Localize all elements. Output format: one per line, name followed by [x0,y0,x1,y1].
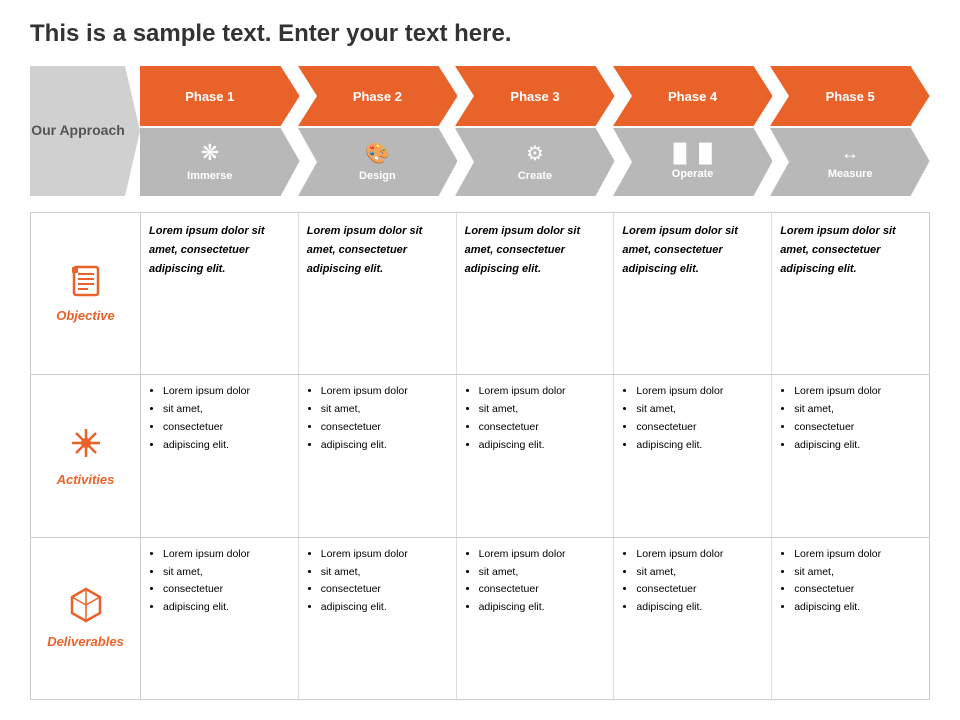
objective-cell-1: Lorem ipsum dolor sit amet, consectetuer… [141,213,299,374]
activities-cell-5: Lorem ipsum dolor sit amet, consectetuer… [772,375,929,536]
phase-2-block: Phase 2 🎨 Design [298,66,458,196]
phase-3-content: Phase 3 ⚙ Create [455,66,615,196]
phase-1-icon-area: ❋ Immerse [140,126,300,196]
phase-1-content: Phase 1 ❋ Immerse [140,66,300,196]
activities-cell-1: Lorem ipsum dolor sit amet, consectetuer… [141,375,299,536]
objective-label: Objective [56,308,115,323]
phase-2-label-area: Phase 2 [298,66,458,126]
phases-row: Phase 1 ❋ Immerse Phase 2 [140,66,930,196]
activities-cell-2: Lorem ipsum dolor sit amet, consectetuer… [299,375,457,536]
activities-cell-3: Lorem ipsum dolor sit amet, consectetuer… [457,375,615,536]
objective-cell-3: Lorem ipsum dolor sit amet, consectetuer… [457,213,615,374]
phase-1-block: Phase 1 ❋ Immerse [140,66,300,196]
phase-5-block: Phase 5 ↔ Measure [770,66,930,196]
phase-4-label-area: Phase 4 [613,66,773,126]
phase-3-icon-area: ⚙ Create [455,126,615,196]
deliverables-cell-4: Lorem ipsum dolor sit amet, consectetuer… [614,538,772,699]
data-table: Objective Lorem ipsum dolor sit amet, co… [30,212,930,700]
phase-5-content: Phase 5 ↔ Measure [770,66,930,196]
phase-3-icon: ⚙ [526,141,544,166]
phase-4-block: Phase 4 ▐▌▐▌ Operate [613,66,773,196]
phase-5-label-area: Phase 5 [770,66,930,126]
activities-cell-4: Lorem ipsum dolor sit amet, consectetuer… [614,375,772,536]
phase-3-block: Phase 3 ⚙ Create [455,66,615,196]
objective-row: Objective Lorem ipsum dolor sit amet, co… [31,213,929,375]
phase-3-label-area: Phase 3 [455,66,615,126]
activities-row-header: Activities [31,375,141,536]
deliverables-cell-3: Lorem ipsum dolor sit amet, consectetuer… [457,538,615,699]
activities-label: Activities [57,472,115,487]
phase-1-icon: ❋ [201,140,219,166]
objective-cell-5: Lorem ipsum dolor sit amet, consectetuer… [772,213,929,374]
deliverables-icon [70,587,102,630]
objective-row-header: Objective [31,213,141,374]
deliverables-row-header: Deliverables [31,538,141,699]
activities-icon [68,425,104,468]
phase-2-icon: 🎨 [365,141,390,166]
objective-icon [70,265,102,304]
objective-cell-4: Lorem ipsum dolor sit amet, consectetuer… [614,213,772,374]
deliverables-cell-1: Lorem ipsum dolor sit amet, consectetuer… [141,538,299,699]
activities-row: Activities Lorem ipsum dolor sit amet, c… [31,375,929,537]
phase-2-content: Phase 2 🎨 Design [298,66,458,196]
phase-diagram: Our Approach Phase 1 ❋ [30,66,930,196]
phase-4-content: Phase 4 ▐▌▐▌ Operate [613,66,773,196]
page: This is a sample text. Enter your text h… [0,0,960,720]
objective-cell-2: Lorem ipsum dolor sit amet, consectetuer… [299,213,457,374]
deliverables-label: Deliverables [47,634,124,649]
approach-label: Our Approach [30,66,140,196]
objective-cells: Lorem ipsum dolor sit amet, consectetuer… [141,213,929,374]
phase-2-icon-area: 🎨 Design [298,126,458,196]
phase-1-label-area: Phase 1 [140,66,300,126]
approach-text: Our Approach [30,66,140,196]
activities-cells: Lorem ipsum dolor sit amet, consectetuer… [141,375,929,536]
deliverables-cell-5: Lorem ipsum dolor sit amet, consectetuer… [772,538,929,699]
deliverables-row: Deliverables Lorem ipsum dolor sit amet,… [31,538,929,699]
page-title: This is a sample text. Enter your text h… [30,20,930,48]
phase-5-icon-area: ↔ Measure [770,126,930,196]
deliverables-cells: Lorem ipsum dolor sit amet, consectetuer… [141,538,929,699]
phase-5-icon: ↔ [841,143,859,164]
phase-4-icon: ▐▌▐▌ [667,143,718,164]
phase-4-icon-area: ▐▌▐▌ Operate [613,126,773,196]
deliverables-cell-2: Lorem ipsum dolor sit amet, consectetuer… [299,538,457,699]
